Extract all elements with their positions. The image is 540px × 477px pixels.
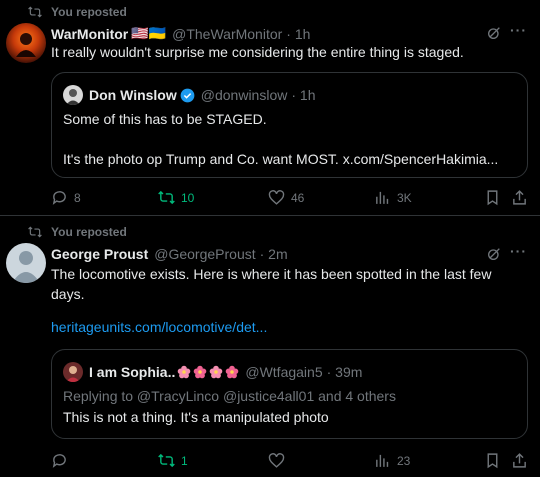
grok-icon[interactable] bbox=[486, 25, 502, 41]
post-time[interactable]: · 2m bbox=[260, 246, 288, 262]
reply-button[interactable] bbox=[51, 452, 74, 469]
author-name[interactable]: WarMonitor bbox=[51, 26, 128, 42]
verified-badge-icon bbox=[180, 88, 195, 102]
author-handle[interactable]: @TheWarMonitor bbox=[172, 26, 282, 42]
repost-indicator: You reposted bbox=[28, 5, 127, 19]
views-button[interactable]: 23 bbox=[374, 452, 410, 469]
reply-icon bbox=[52, 191, 66, 205]
flower-icon bbox=[178, 365, 191, 379]
post-text: The locomotive exists. Here is where it … bbox=[51, 266, 492, 302]
share-icon[interactable] bbox=[511, 452, 528, 469]
grok-icon[interactable] bbox=[486, 246, 502, 262]
like-button[interactable] bbox=[268, 452, 291, 469]
quote-author-name: Don Winslow bbox=[89, 87, 177, 103]
flower-icon bbox=[210, 365, 223, 379]
post-1[interactable]: You reposted WarMonitor 🇺🇸🇺🇦 @TheWarMoni… bbox=[0, 0, 540, 215]
repost-icon bbox=[28, 6, 42, 18]
repost-icon bbox=[158, 190, 175, 205]
flags: 🇺🇸🇺🇦 bbox=[131, 25, 167, 41]
quote-time: · 1h bbox=[291, 87, 316, 103]
quote-time: · 39m bbox=[326, 364, 363, 380]
more-options-icon[interactable]: ··· bbox=[510, 22, 527, 38]
repost-button[interactable]: 10 bbox=[158, 189, 194, 206]
reply-icon bbox=[52, 454, 66, 468]
post-time[interactable]: · 1h bbox=[286, 26, 310, 42]
flower-icon bbox=[226, 365, 239, 379]
repost-icon bbox=[28, 226, 42, 238]
quote-line-1: This is not a thing. It's a manipulated … bbox=[63, 409, 329, 425]
post-header: George Proust @GeorgeProust · 2m bbox=[51, 246, 288, 262]
author-handle[interactable]: @GeorgeProust bbox=[154, 246, 255, 262]
quote-header: Don Winslow @donwinslow · 1h bbox=[63, 85, 315, 105]
quote-author-name: I am Sophia.. bbox=[89, 364, 176, 380]
avatar[interactable] bbox=[6, 243, 46, 283]
quote-author-handle: @donwinslow bbox=[200, 87, 288, 103]
view-count: 3K bbox=[397, 190, 412, 205]
quote-line-2: It's the photo op Trump and Co. want MOS… bbox=[63, 151, 499, 167]
avatar[interactable] bbox=[6, 23, 46, 63]
view-count: 23 bbox=[397, 453, 411, 468]
repost-button[interactable]: 1 bbox=[158, 452, 188, 469]
flower-icon bbox=[194, 365, 207, 379]
reply-count: 8 bbox=[74, 190, 81, 205]
post-link[interactable]: heritageunits.com/locomotive/det... bbox=[51, 317, 511, 337]
heart-icon bbox=[268, 453, 285, 468]
like-count: 46 bbox=[291, 190, 305, 205]
post-2[interactable]: You reposted George Proust @GeorgeProust… bbox=[0, 216, 540, 477]
repost-icon bbox=[158, 453, 175, 468]
post-text: It really wouldn't surprise me consideri… bbox=[51, 44, 464, 60]
quoted-post[interactable]: I am Sophia.. @Wtfagain5 · 39m Replying … bbox=[51, 349, 528, 439]
share-icon[interactable] bbox=[511, 189, 528, 206]
heart-icon bbox=[268, 190, 285, 205]
more-options-icon[interactable]: ··· bbox=[510, 243, 527, 259]
quote-line-1: Some of this has to be STAGED. bbox=[63, 111, 267, 127]
quote-avatar bbox=[63, 362, 83, 382]
quote-author-handle: @Wtfagain5 bbox=[245, 364, 323, 380]
quote-avatar bbox=[63, 85, 83, 105]
quoted-post[interactable]: Don Winslow @donwinslow · 1h Some of thi… bbox=[51, 72, 528, 178]
action-bar: 1 23 bbox=[51, 452, 529, 472]
quote-reply-line: Replying to @TracyLinco @justice4all01 a… bbox=[63, 388, 396, 404]
views-icon bbox=[376, 454, 389, 467]
bookmark-icon[interactable] bbox=[484, 452, 501, 469]
views-button[interactable]: 3K bbox=[374, 189, 412, 206]
post-header: WarMonitor 🇺🇸🇺🇦 @TheWarMonitor · 1h bbox=[51, 25, 310, 42]
reply-button[interactable]: 8 bbox=[51, 189, 81, 206]
author-name[interactable]: George Proust bbox=[51, 246, 148, 262]
like-button[interactable]: 46 bbox=[268, 189, 304, 206]
repost-indicator: You reposted bbox=[28, 225, 127, 239]
repost-label: You reposted bbox=[51, 5, 127, 19]
views-icon bbox=[376, 191, 389, 204]
repost-count: 1 bbox=[181, 453, 188, 468]
repost-label: You reposted bbox=[51, 225, 127, 239]
action-bar: 8 10 46 3K bbox=[51, 189, 529, 209]
quote-header: I am Sophia.. @Wtfagain5 · 39m bbox=[63, 362, 362, 382]
repost-count: 10 bbox=[181, 190, 195, 205]
bookmark-icon[interactable] bbox=[484, 189, 501, 206]
